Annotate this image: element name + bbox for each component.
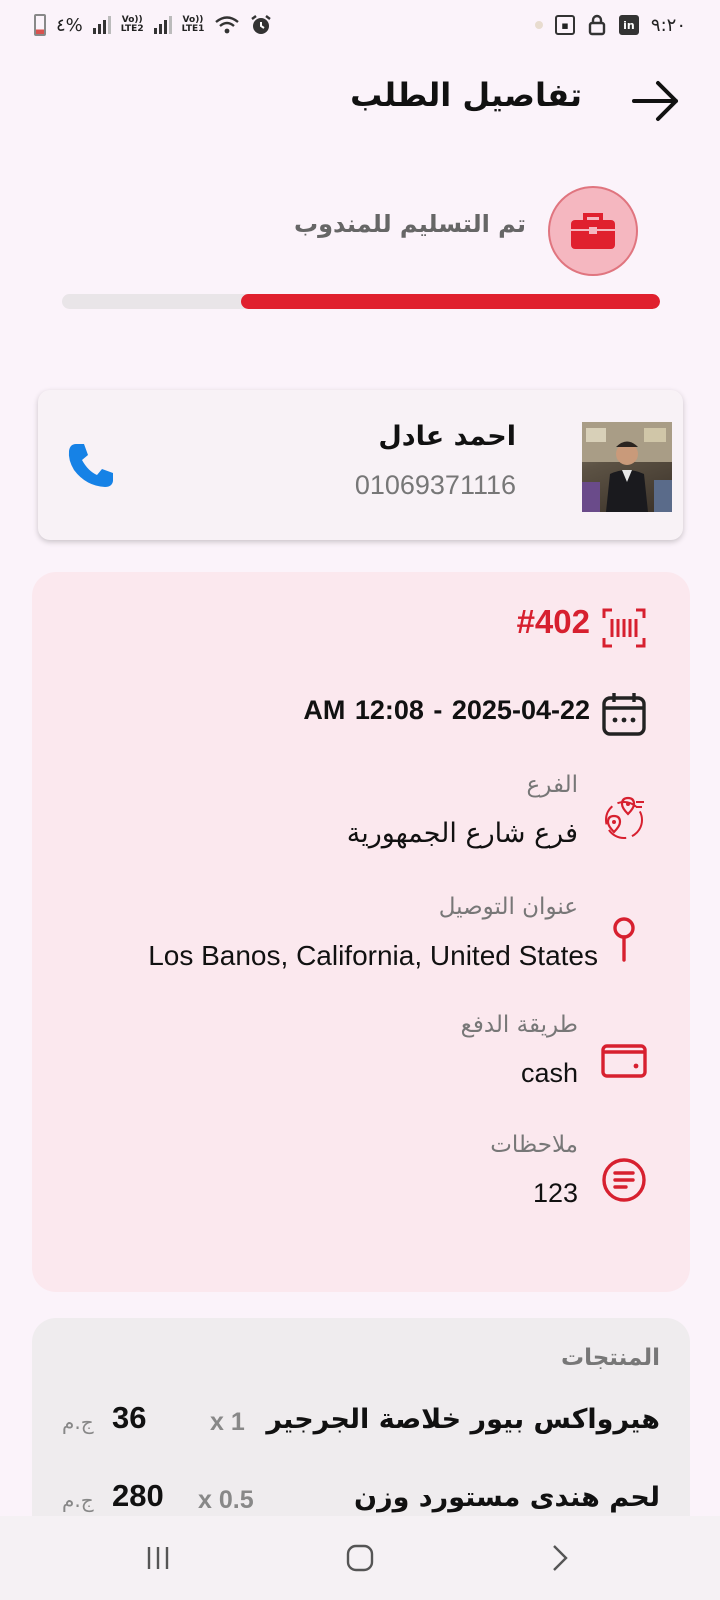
branch-label: الفرع — [526, 772, 578, 798]
product-quantity: x 1 — [210, 1408, 245, 1436]
address-value: Los Banos, California, United States — [148, 940, 598, 971]
home-button[interactable] — [340, 1538, 380, 1578]
home-icon — [346, 1544, 374, 1572]
product-currency: ج.م — [62, 1488, 94, 1512]
recent-apps-button[interactable] — [138, 1538, 178, 1578]
back-button[interactable] — [540, 1538, 580, 1578]
payment-value: cash — [520, 1058, 578, 1088]
wifi-icon — [215, 16, 240, 34]
map-pin-icon — [613, 917, 635, 962]
recent-apps-icon — [147, 1547, 169, 1569]
status-bar: ٤% Vo)) LTE2 Vo)) LTE1 ▪ in ٩:٢٠ — [0, 0, 720, 56]
status-circle — [548, 186, 638, 276]
status-progress-fill — [241, 294, 660, 309]
notes-label: ملاحظات — [490, 1132, 578, 1158]
product-currency: ج.م — [62, 1410, 94, 1434]
volte-lte1-icon: Vo)) LTE1 — [181, 15, 205, 34]
notes-icon — [602, 1158, 646, 1202]
address-label: عنوان التوصيل — [438, 894, 578, 920]
gallery-icon: ▪ — [554, 15, 575, 35]
alarm-icon — [251, 15, 272, 34]
page-title: تفاصيل الطلب — [350, 76, 582, 114]
driver-avatar — [582, 422, 672, 512]
driver-name: احمد عادل — [378, 421, 516, 452]
notes-value: 123 — [532, 1178, 578, 1208]
status-progress-bar — [62, 294, 660, 309]
order-date: AM 12:08 - 2025-04-22 — [303, 695, 590, 725]
status-label: تم التسليم للمندوب — [293, 210, 526, 238]
driver-phone: 01069371116 — [354, 470, 516, 500]
branch-value: فرع شارع الجمهورية — [346, 818, 578, 849]
payment-label: طريقة الدفع — [460, 1012, 578, 1038]
product-name: لحم هندى مستورد وزن — [354, 1482, 660, 1513]
clock-time: ٩:٢٠ — [650, 14, 686, 36]
order-details-card — [32, 572, 690, 1292]
linkedin-icon: in — [618, 15, 639, 35]
product-row: هيرواكس بيور خلاصة الجرجير x 1 36 ج.م — [62, 1400, 660, 1446]
barcode-scan-icon — [602, 608, 646, 648]
signal-sim1-icon — [153, 16, 172, 34]
back-arrow-icon[interactable] — [630, 78, 682, 124]
driver-photo — [582, 422, 672, 512]
products-title: المنتجات — [560, 1345, 660, 1371]
volte-lte2-icon: Vo)) LTE2 — [120, 15, 144, 34]
phone-icon[interactable] — [66, 440, 116, 490]
battery-icon — [34, 14, 46, 36]
location-pins-icon — [605, 796, 644, 839]
battery-percent: ٤% — [56, 14, 83, 36]
product-price: 36 — [112, 1400, 147, 1435]
lock-icon — [588, 14, 606, 36]
system-nav-bar — [0, 1516, 720, 1600]
product-quantity: x 0.5 — [198, 1486, 254, 1514]
calendar-icon — [602, 693, 646, 736]
notification-dot-icon — [534, 21, 543, 29]
order-id: #402 — [516, 603, 590, 640]
chevron-right-icon — [553, 1545, 568, 1571]
wallet-icon — [601, 1044, 647, 1078]
product-name: هيرواكس بيور خلاصة الجرجير — [266, 1404, 660, 1435]
product-price: 280 — [112, 1478, 164, 1513]
briefcase-icon — [571, 213, 615, 249]
signal-sim2-icon — [92, 16, 111, 34]
